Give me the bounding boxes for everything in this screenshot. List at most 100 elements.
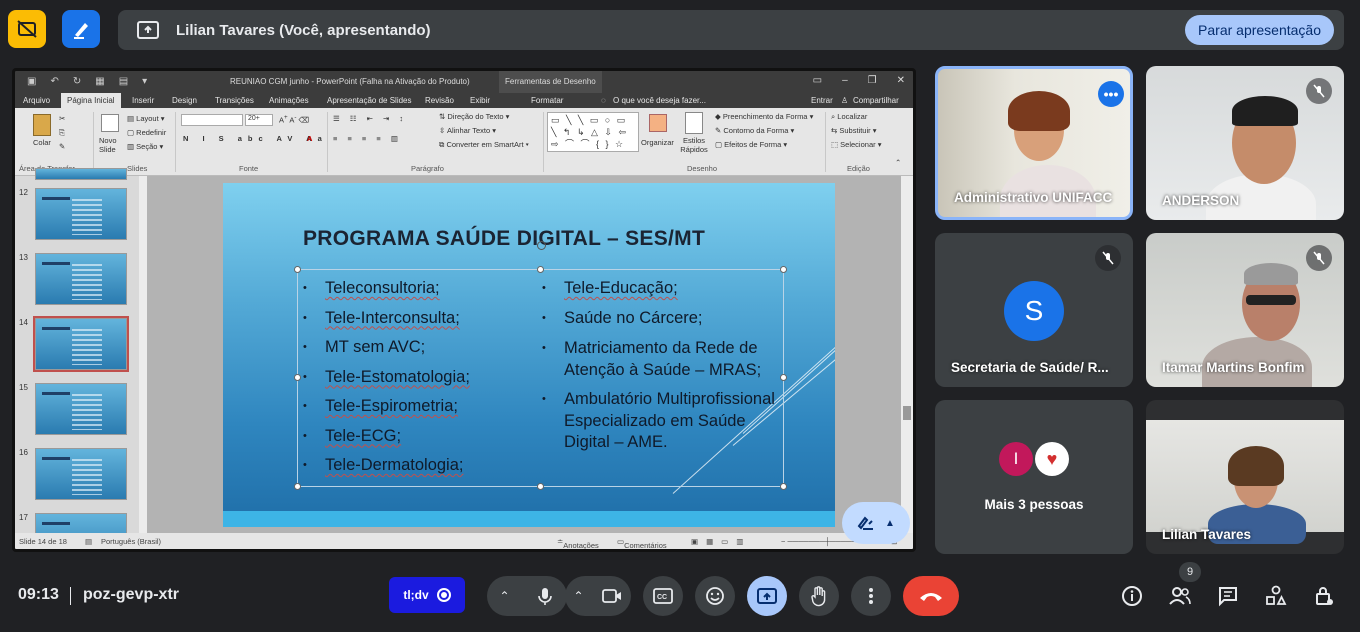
chevron-up-icon[interactable]: ⌃ [573, 589, 583, 603]
close-icon[interactable]: ✕ [897, 75, 905, 86]
resize-handle[interactable] [537, 266, 544, 273]
grow-font-icon[interactable]: A+ A- ⌫ [279, 114, 309, 125]
new-slide-icon[interactable] [101, 114, 119, 132]
font-name-box[interactable] [181, 114, 243, 126]
resize-handle[interactable] [537, 483, 544, 490]
tab-transicoes[interactable]: Transições [215, 96, 254, 105]
annotation-fab[interactable]: ▲ [842, 502, 910, 544]
stop-presenting-button[interactable]: Parar apresentação [1185, 15, 1334, 45]
language-status[interactable]: Português (Brasil) [101, 537, 161, 546]
edit-pencil-icon[interactable] [62, 10, 100, 48]
select-button[interactable]: ⬚ Selecionar ▾ [831, 140, 881, 149]
spellcheck-icon[interactable]: ▤ [85, 537, 92, 546]
restore-icon[interactable]: ❐ [868, 75, 877, 86]
thumbnails-scrollbar[interactable] [139, 176, 147, 536]
reset-button[interactable]: ▢ Redefinir [127, 128, 166, 137]
participant-tile-administrativo[interactable]: ••• Administrativo UNIFACC [935, 66, 1133, 220]
camera-control[interactable]: ⌃ [565, 576, 631, 616]
align-text-button[interactable]: ⇳ Alinhar Texto ▾ [439, 126, 496, 135]
tab-animacoes[interactable]: Animações [269, 96, 309, 105]
ribbon-options-icon[interactable]: ▭ [813, 75, 822, 86]
shape-effects-button[interactable]: ▢ Efeitos de Forma ▾ [715, 140, 787, 149]
present-now-button[interactable] [747, 576, 787, 616]
share-link[interactable]: Compartilhar [853, 96, 899, 105]
align-buttons[interactable]: ≡ ≡ ≡ ≡ ▥ [333, 134, 402, 143]
raise-hand-button[interactable] [799, 576, 839, 616]
slide-thumbnail-16[interactable] [35, 448, 127, 500]
captions-off-icon[interactable] [8, 10, 46, 48]
layout-button[interactable]: ▤ Layout ▾ [127, 114, 165, 123]
more-options-button[interactable] [851, 576, 891, 616]
slide-thumbnail-14-selected[interactable] [33, 316, 129, 372]
section-button[interactable]: ▥ Seção ▾ [127, 142, 163, 151]
smartart-button[interactable]: ⧉ Converter em SmartArt ▾ [439, 140, 529, 150]
notes-button[interactable]: ≐ Anotações [557, 537, 599, 549]
rotate-handle-icon[interactable] [537, 241, 546, 250]
paste-label[interactable]: Colar [33, 138, 51, 147]
save-icon[interactable]: ▣ [27, 76, 36, 87]
participant-tile-more[interactable]: I ♥ Mais 3 pessoas [935, 400, 1133, 554]
customize-icon[interactable]: ▾ [142, 76, 147, 87]
paste-icon[interactable] [33, 114, 51, 136]
font-color-icon[interactable]: A [307, 134, 312, 143]
new-file-icon[interactable]: ▤ [119, 76, 128, 87]
participant-tile-lilian[interactable]: Lilian Tavares [1146, 400, 1344, 554]
copy-icon[interactable]: ⎘ [59, 128, 65, 138]
start-slideshow-icon[interactable]: ▦ [95, 76, 104, 87]
slide-scrollbar[interactable] [901, 176, 913, 536]
resize-handle[interactable] [294, 483, 301, 490]
resize-handle[interactable] [780, 483, 787, 490]
quick-styles-label[interactable]: Estilos Rápidos [677, 136, 711, 154]
slide-title[interactable]: PROGRAMA SAÚDE DIGITAL – SES/MT [303, 227, 705, 251]
people-icon[interactable] [1168, 584, 1192, 608]
chevron-up-icon[interactable]: ⌃ [499, 589, 509, 603]
tab-revisao[interactable]: Revisão [425, 96, 454, 105]
tab-design[interactable]: Design [172, 96, 197, 105]
tab-inserir[interactable]: Inserir [132, 96, 154, 105]
chat-icon[interactable] [1216, 584, 1240, 608]
redo-icon[interactable]: ↻ [73, 76, 81, 87]
camera-icon[interactable] [601, 587, 623, 605]
shape-outline-button[interactable]: ✎ Contorno da Forma ▾ [715, 126, 794, 135]
participant-tile-itamar[interactable]: Itamar Martins Bonfim [1146, 233, 1344, 387]
activities-icon[interactable] [1264, 584, 1288, 608]
tab-apresentacao[interactable]: Apresentação de Slides [327, 96, 412, 105]
tab-pagina-inicial[interactable]: Página Inicial [61, 93, 121, 108]
host-controls-lock-icon[interactable] [1312, 584, 1336, 608]
tab-exibir[interactable]: Exibir [470, 96, 490, 105]
tab-arquivo[interactable]: Arquivo [23, 96, 50, 105]
arrange-label[interactable]: Organizar [641, 138, 674, 147]
reactions-button[interactable] [695, 576, 735, 616]
minimize-icon[interactable]: – [842, 75, 848, 86]
view-buttons[interactable]: ▣▦▭▥ [691, 537, 751, 546]
shape-fill-button[interactable]: ◆ Preenchimento da Forma ▾ [715, 112, 813, 121]
meeting-info-icon[interactable] [1120, 584, 1144, 608]
slide-thumbnail-12[interactable] [35, 188, 127, 240]
slide-thumbnail-15[interactable] [35, 383, 127, 435]
captions-button[interactable]: CC [643, 576, 683, 616]
mic-control[interactable]: ⌃ [487, 576, 567, 616]
participant-tile-anderson[interactable]: ANDERSON [1146, 66, 1344, 220]
participant-tile-secretaria[interactable]: S Secretaria de Saúde/ R... [935, 233, 1133, 387]
list-buttons[interactable]: ☰ ☷ ⇤ ⇥ ↕ [333, 114, 407, 123]
shapes-gallery[interactable]: ▭ ╲ ╲ ▭ ○ ▭ ╲ ↰ ↳ △ ⇩ ⇦ ⇨ ⌒ ⌒ { } ☆ [547, 112, 639, 152]
slide-thumbnail-11[interactable] [35, 168, 127, 180]
microphone-icon[interactable] [535, 586, 555, 606]
arrange-icon[interactable] [649, 114, 667, 132]
font-size-box[interactable]: 20+ [245, 114, 273, 126]
collapse-ribbon-icon[interactable]: ⌃ [895, 158, 901, 167]
undo-icon[interactable]: ↶ [50, 76, 58, 87]
slide-thumbnail-13[interactable] [35, 253, 127, 305]
new-slide-label[interactable]: Novo Slide [99, 136, 123, 154]
quick-styles-icon[interactable] [685, 112, 703, 134]
text-direction-button[interactable]: ⇅ Direção do Texto ▾ [439, 112, 509, 121]
resize-handle[interactable] [780, 374, 787, 381]
format-painter-icon[interactable]: ✎ [59, 142, 65, 151]
tldv-recorder-button[interactable]: tl;dv [389, 577, 465, 613]
comments-button[interactable]: ▭ Comentários [617, 537, 667, 549]
leave-call-button[interactable] [903, 576, 959, 616]
resize-handle[interactable] [294, 266, 301, 273]
resize-handle[interactable] [780, 266, 787, 273]
tab-formatar[interactable]: Formatar [531, 96, 563, 105]
tell-me-search[interactable]: O que você deseja fazer... [613, 96, 706, 105]
